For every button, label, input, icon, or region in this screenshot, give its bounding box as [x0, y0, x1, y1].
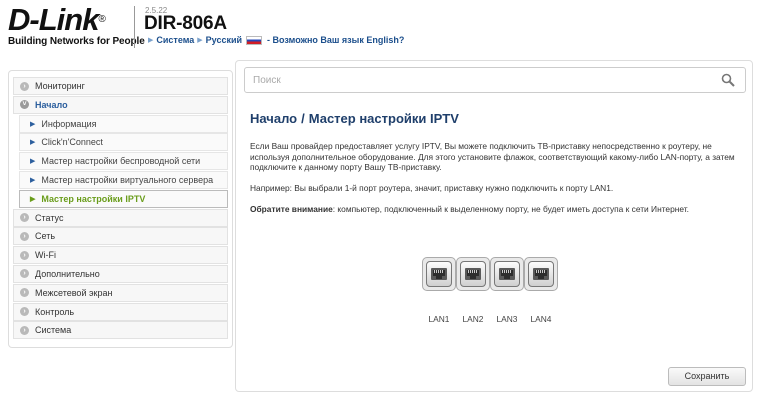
submenu-item-clickn-connect[interactable]: ▶ Click'n'Connect	[19, 133, 228, 152]
bullet-arrow-icon: ▶	[30, 158, 36, 166]
bullet-arrow-icon: ▶	[30, 139, 36, 147]
sidebar-item-wifi[interactable]: › Wi-Fi	[13, 246, 228, 265]
header: D-Link® Building Networks for People 2.5…	[0, 0, 758, 58]
bullet-arrow-icon: ▶	[30, 176, 36, 184]
note-text: : компьютер, подключенный к выделенному …	[332, 204, 689, 214]
lan-port-label: LAN2	[462, 314, 484, 324]
search-input[interactable]	[253, 74, 693, 86]
submenu-item-label: Мастер настройки виртуального сервера	[41, 174, 214, 185]
lan-port-label: LAN1	[428, 314, 450, 324]
page-title: Начало / Мастер настройки IPTV	[250, 111, 459, 126]
bullet-arrow-icon: ▶	[30, 195, 36, 203]
lan-port-labels: LAN1 LAN2 LAN3 LAN4	[422, 314, 558, 324]
description: Если Ваш провайдер предоставляет услугу …	[250, 141, 744, 225]
search-box	[244, 67, 746, 93]
search-icon[interactable]	[721, 73, 735, 87]
save-button[interactable]: Сохранить	[668, 367, 746, 386]
note-paragraph: Обратите внимание: компьютер, подключенн…	[250, 204, 744, 215]
expand-icon: ›	[20, 231, 29, 241]
sidebar-item-start[interactable]: ˅ Начало	[13, 95, 228, 114]
breadcrumb-arrow-icon: ▶	[148, 37, 154, 44]
expand-icon: ›	[20, 288, 29, 298]
sidebar-item-system[interactable]: › Система	[13, 321, 228, 340]
model-name: DIR-806A	[144, 13, 227, 34]
dlink-logo[interactable]: D-Link® Building Networks for People	[8, 4, 145, 48]
submenu-item-label: Мастер настройки беспроводной сети	[41, 156, 201, 167]
ethernet-port-icon	[465, 268, 481, 280]
bullet-arrow-icon: ▶	[30, 120, 36, 128]
lan-port-label: LAN3	[496, 314, 518, 324]
submenu-item-wireless-wizard[interactable]: ▶ Мастер настройки беспроводной сети	[19, 152, 228, 171]
main-panel: Начало/Мастер настройки IPTV Если Ваш пр…	[235, 60, 753, 392]
ethernet-port-icon	[533, 268, 549, 280]
expand-icon: ›	[20, 250, 29, 260]
breadcrumb-arrow-icon: ▶	[197, 37, 203, 44]
sidebar-item-firewall[interactable]: › Межсетевой экран	[13, 283, 228, 302]
expand-icon: ›	[20, 269, 29, 279]
breadcrumb: ▶ Система ▶ Русский - Возможно Ваш язык …	[145, 35, 404, 45]
lan-port-2[interactable]	[456, 257, 490, 291]
sidebar-menu: › Мониторинг ˅ Начало ▶ Информация ▶ Cli…	[8, 70, 233, 348]
submenu-item-label: Информация	[41, 118, 97, 129]
language-hint-link[interactable]: - Возможно Ваш язык English?	[267, 35, 404, 45]
submenu-item-virtual-server-wizard[interactable]: ▶ Мастер настройки виртуального сервера	[19, 170, 228, 189]
logo-reg-mark: ®	[98, 14, 105, 25]
sidebar-item-label: Начало	[35, 99, 68, 110]
submenu-item-label: Мастер настройки IPTV	[41, 193, 146, 204]
russian-flag-icon[interactable]	[246, 35, 263, 45]
expand-icon: ›	[20, 325, 29, 335]
lan-port-1[interactable]	[422, 257, 456, 291]
sidebar-item-label: Сеть	[35, 231, 56, 242]
submenu-start: ▶ Информация ▶ Click'n'Connect ▶ Мастер …	[19, 114, 228, 208]
ethernet-port-icon	[499, 268, 515, 280]
expand-icon: ›	[20, 81, 29, 91]
sidebar-item-label: Мониторинг	[35, 81, 85, 91]
lan-port-3[interactable]	[490, 257, 524, 291]
sidebar-item-label: Дополнительно	[35, 268, 100, 279]
logo-text: D-Link	[8, 2, 99, 37]
submenu-item-iptv-wizard[interactable]: ▶ Мастер настройки IPTV	[19, 189, 228, 208]
sidebar-item-label: Система	[35, 325, 72, 336]
sidebar-item-label: Контроль	[35, 306, 75, 317]
header-divider	[134, 6, 135, 48]
sidebar-item-network[interactable]: › Сеть	[13, 227, 228, 246]
description-paragraph: Если Ваш провайдер предоставляет услугу …	[250, 141, 735, 172]
sidebar-item-control[interactable]: › Контроль	[13, 302, 228, 321]
note-label: Обратите внимание	[250, 204, 333, 214]
submenu-item-label: Click'n'Connect	[41, 137, 103, 148]
sidebar-item-label: Wi-Fi	[35, 250, 56, 261]
collapse-icon: ˅	[20, 100, 29, 110]
example-paragraph: Например: Вы выбрали 1-й порт роутера, з…	[250, 183, 614, 193]
sidebar-item-monitoring[interactable]: › Мониторинг	[13, 77, 228, 95]
page-title-section: Начало	[250, 111, 298, 126]
expand-icon: ›	[20, 213, 29, 223]
page-title-name: Мастер настройки IPTV	[308, 111, 459, 126]
page-title-separator: /	[301, 111, 305, 126]
expand-icon: ›	[20, 307, 29, 317]
sidebar-item-advanced[interactable]: › Дополнительно	[13, 264, 228, 283]
lan-ports	[422, 257, 558, 291]
breadcrumb-system-link[interactable]: Система	[156, 35, 194, 45]
sidebar-item-label: Межсетевой экран	[35, 287, 113, 298]
lan-port-4[interactable]	[524, 257, 558, 291]
sidebar-item-status[interactable]: › Статус	[13, 208, 228, 227]
language-selector[interactable]: Русский	[206, 35, 242, 45]
logo-tagline: Building Networks for People	[8, 36, 145, 47]
submenu-item-info[interactable]: ▶ Информация	[19, 114, 228, 133]
ethernet-port-icon	[431, 268, 447, 280]
lan-port-label: LAN4	[530, 314, 552, 324]
sidebar-item-label: Статус	[35, 212, 64, 223]
